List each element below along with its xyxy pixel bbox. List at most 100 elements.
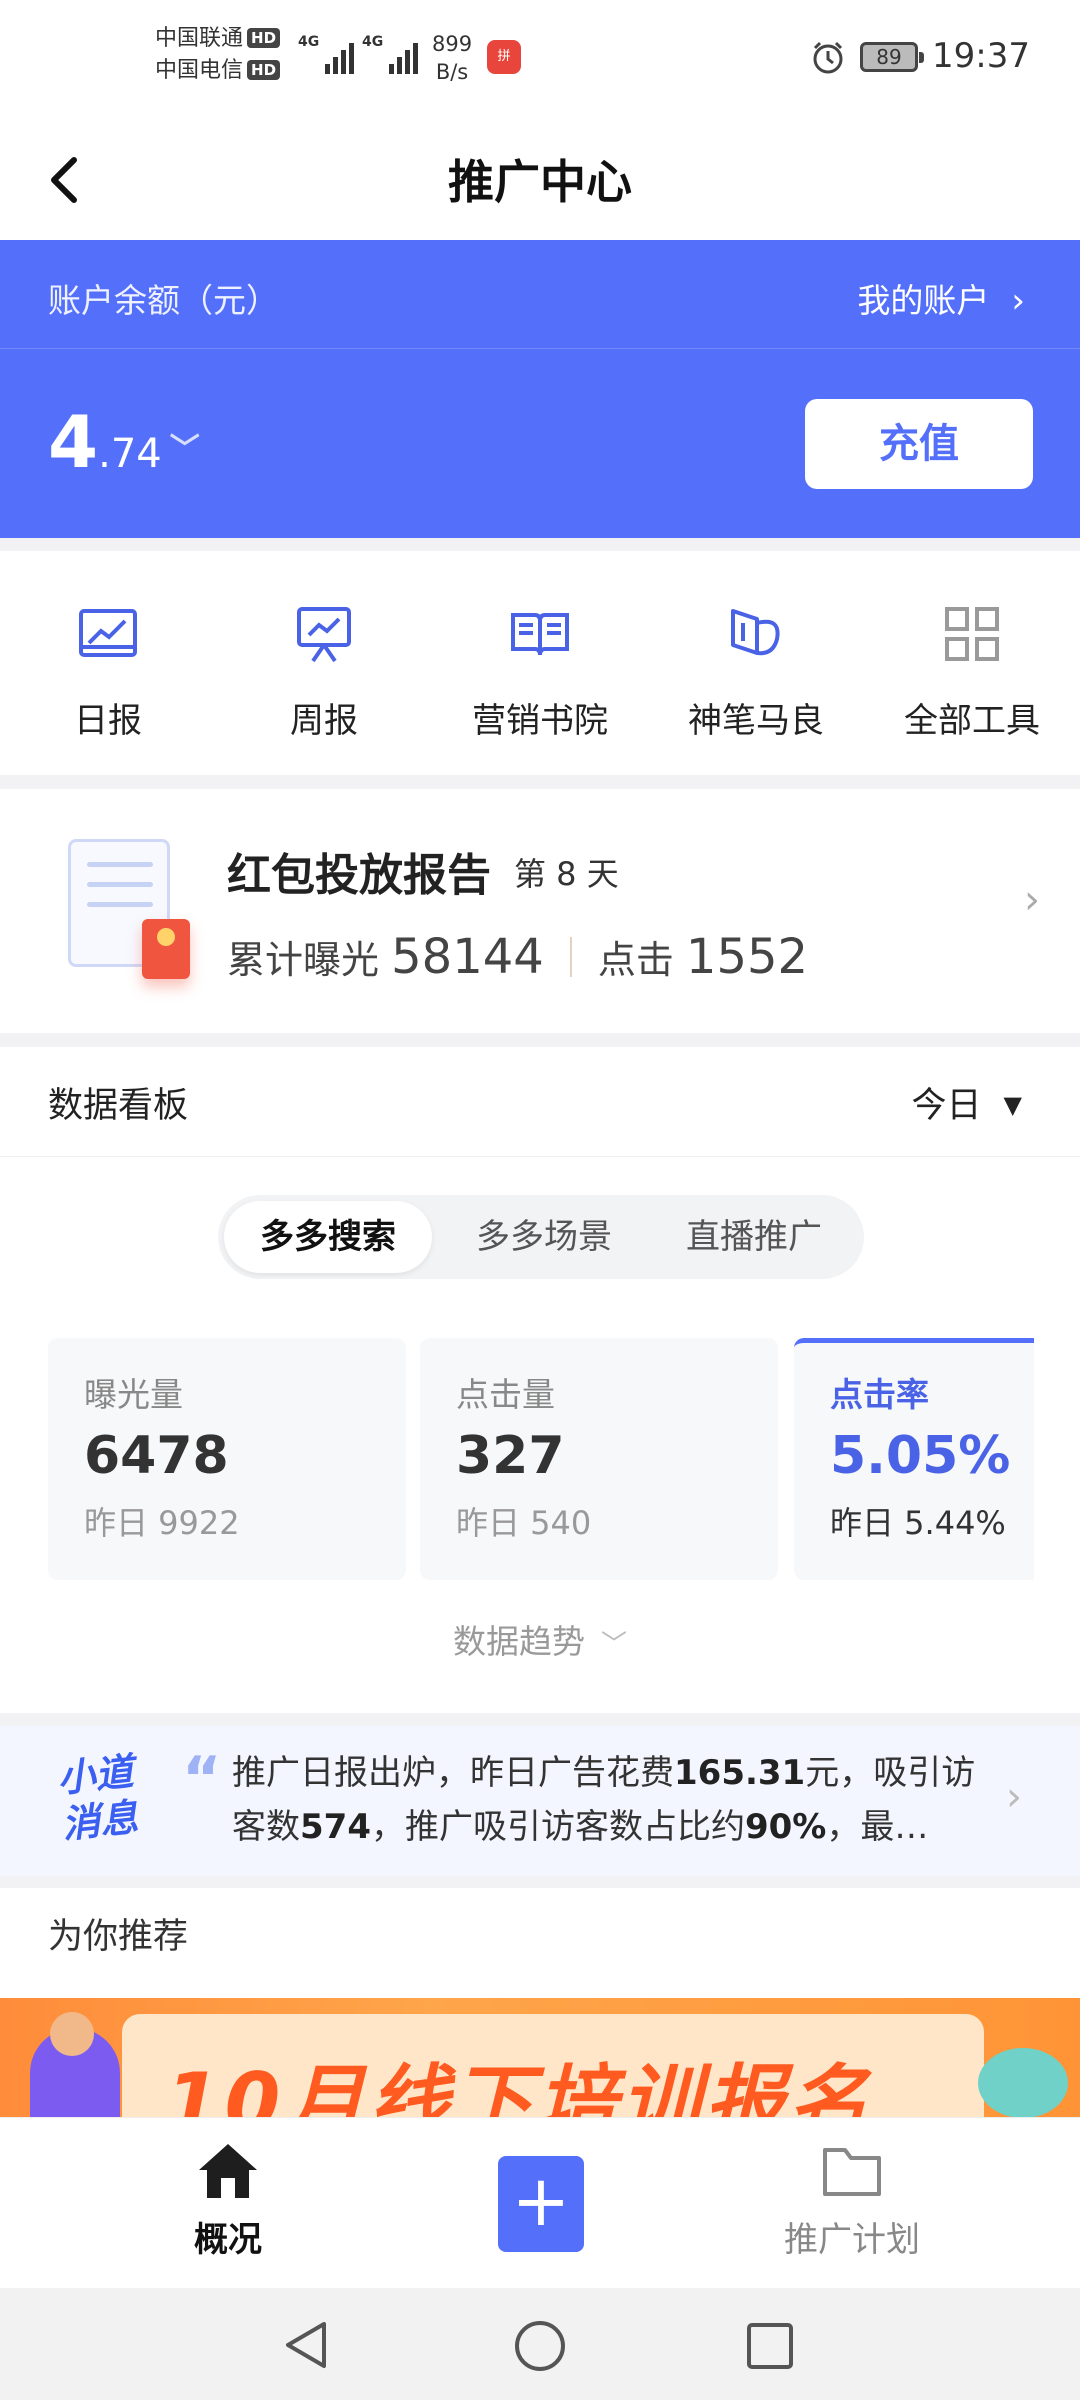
balance-decimal: .74 [98, 431, 162, 477]
metric-value: 327 [456, 1426, 565, 1486]
balance-label: 账户余额（元） [48, 281, 279, 320]
tool-grid: 日报 周报 营销书院 神笔马良 全部工具 [0, 551, 1080, 775]
metric-label: 曝光量 [84, 1375, 183, 1414]
tool-label: 周报 [290, 701, 358, 741]
report-stats: 累计曝光 58144 点击 1552 [227, 929, 808, 985]
nav-overview[interactable]: 概况 [128, 2140, 328, 2261]
home-icon [199, 2144, 257, 2198]
tool-label: 营销书院 [472, 701, 608, 741]
clock: 19:37 [932, 36, 1030, 76]
carrier-2: 中国电信 HD [155, 56, 281, 86]
news-notice[interactable]: 小道 消息 “ 推广日报出炉，昨日广告花费165.31元，吸引访客数574，推广… [0, 1726, 1080, 1876]
metric-value: 5.05% [830, 1426, 1011, 1486]
tool-all-tools[interactable]: 全部工具 [864, 601, 1080, 742]
tool-magic-brush[interactable]: 神笔马良 [648, 601, 864, 742]
tool-label: 日报 [74, 701, 142, 741]
metric-previous: 昨日 540 [456, 1504, 592, 1542]
nav-plan-label: 推广计划 [784, 2220, 920, 2260]
metric-value: 6478 [84, 1426, 229, 1486]
metric-previous: 昨日 5.44% [830, 1504, 1006, 1542]
data-trend-toggle[interactable]: 数据趋势 ﹀ [0, 1615, 1080, 1663]
app-notification-icon: 拼 [487, 40, 521, 74]
add-plan-button[interactable]: + [498, 2156, 584, 2252]
metric-card-impressions[interactable]: 曝光量 6478 昨日 9922 [48, 1338, 406, 1580]
divider [0, 1156, 1080, 1157]
tab-live[interactable]: 直播推广 [650, 1201, 858, 1273]
metric-previous: 昨日 9922 [84, 1504, 240, 1542]
carrier-1: 中国联通 HD [155, 24, 281, 54]
report-title: 红包投放报告 [227, 850, 491, 901]
grid-icon [945, 607, 999, 661]
brush-icon [731, 609, 780, 656]
book-icon [511, 613, 569, 656]
bottom-nav: 概况 + 推广计划 [0, 2118, 1080, 2288]
metric-label: 点击率 [830, 1375, 929, 1414]
date-range-select[interactable]: 今日 ▼ [912, 1077, 1022, 1128]
quote-icon: “ [182, 1744, 222, 1814]
recharge-button[interactable]: 充值 [805, 399, 1033, 489]
my-account-link[interactable]: 我的账户 › [857, 274, 1025, 322]
chart-icon [79, 609, 137, 657]
board-title: 数据看板 [48, 1086, 189, 1126]
hd-badge: HD [247, 60, 281, 80]
balance-amount[interactable]: 4.74 ﹀ [48, 400, 200, 484]
status-bar: 中国联通 HD 中国电信 HD 4G 4G 899 B/s 拼 89 19:37 [0, 0, 1080, 118]
tool-marketing-academy[interactable]: 营销书院 [432, 601, 648, 742]
news-logo: 小道 消息 [55, 1749, 141, 1847]
page-title: 推广中心 [448, 155, 632, 209]
signal-icon: 4G [362, 34, 419, 74]
nav-overview-label: 概况 [194, 2220, 262, 2260]
chevron-right-icon: › [1011, 281, 1025, 321]
trend-label: 数据趋势 [452, 1622, 585, 1661]
tool-weekly-report[interactable]: 周报 [216, 601, 432, 742]
caret-down-icon: ▼ [1003, 1091, 1022, 1119]
recommend-section: 为你推荐 10月线下培训报名 [0, 1888, 1080, 2118]
red-envelope-icon [142, 919, 190, 979]
red-packet-report-card[interactable]: 红包投放报告 第 8 天 累计曝光 58144 点击 1552 › [0, 789, 1080, 1033]
hd-badge: HD [247, 28, 281, 48]
folder-icon [823, 2148, 881, 2196]
tool-daily-report[interactable]: 日报 [0, 601, 216, 742]
system-recents-icon[interactable] [744, 2320, 796, 2372]
system-back-icon[interactable] [280, 2318, 334, 2372]
my-account-label: 我的账户 [857, 281, 990, 320]
click-label: 点击 [597, 938, 674, 982]
person-head [50, 2012, 94, 2056]
signal-icon: 4G [298, 34, 355, 74]
system-navigation-bar [0, 2288, 1080, 2400]
exposure-value: 58144 [391, 929, 544, 985]
chevron-right-icon: › [1006, 1774, 1022, 1820]
tab-search[interactable]: 多多搜索 [224, 1201, 432, 1273]
click-value: 1552 [685, 929, 809, 985]
divider [0, 348, 1080, 349]
tool-label: 神笔马良 [688, 701, 824, 741]
chevron-right-icon: › [1024, 877, 1040, 923]
exposure-label: 累计曝光 [227, 938, 380, 982]
system-home-icon[interactable] [512, 2318, 568, 2374]
date-range-value: 今日 [911, 1086, 982, 1126]
banner-decoration [978, 2048, 1068, 2118]
banner-text: 10月线下培训报名 [165, 2056, 873, 2118]
recommend-title: 为你推荐 [48, 1917, 189, 1957]
data-board: 数据看板 今日 ▼ 多多搜索 多多场景 直播推广 曝光量 6478 昨日 9922… [0, 1047, 1080, 1713]
balance-integer: 4 [48, 400, 99, 484]
battery-icon: 89 [860, 42, 924, 72]
metric-card-clicks[interactable]: 点击量 327 昨日 540 [420, 1338, 778, 1580]
header: 推广中心 [0, 118, 1080, 240]
network-speed: 899 B/s [432, 32, 473, 84]
notice-text: 推广日报出炉，昨日广告花费165.31元，吸引访客数574，推广吸引访客数占比约… [232, 1753, 976, 1847]
presentation-icon [297, 607, 351, 663]
metric-label: 点击量 [456, 1375, 555, 1414]
alarm-icon [813, 41, 843, 74]
account-panel: 账户余额（元） 我的账户 › 4.74 ﹀ 充值 [0, 240, 1080, 538]
tool-label: 全部工具 [904, 701, 1040, 741]
report-day: 第 8 天 [514, 855, 619, 893]
metric-card-ctr[interactable]: 点击率 5.05% 昨日 5.44% [794, 1338, 1034, 1580]
divider [569, 937, 572, 977]
nav-plan[interactable]: 推广计划 [752, 2140, 952, 2261]
chevron-down-icon: ﹀ [600, 1630, 627, 1660]
training-banner[interactable]: 10月线下培训报名 [0, 1998, 1080, 2118]
channel-tabs: 多多搜索 多多场景 直播推广 [218, 1195, 864, 1279]
chevron-down-icon: ﹀ [169, 432, 200, 467]
tab-scene[interactable]: 多多场景 [440, 1201, 648, 1273]
